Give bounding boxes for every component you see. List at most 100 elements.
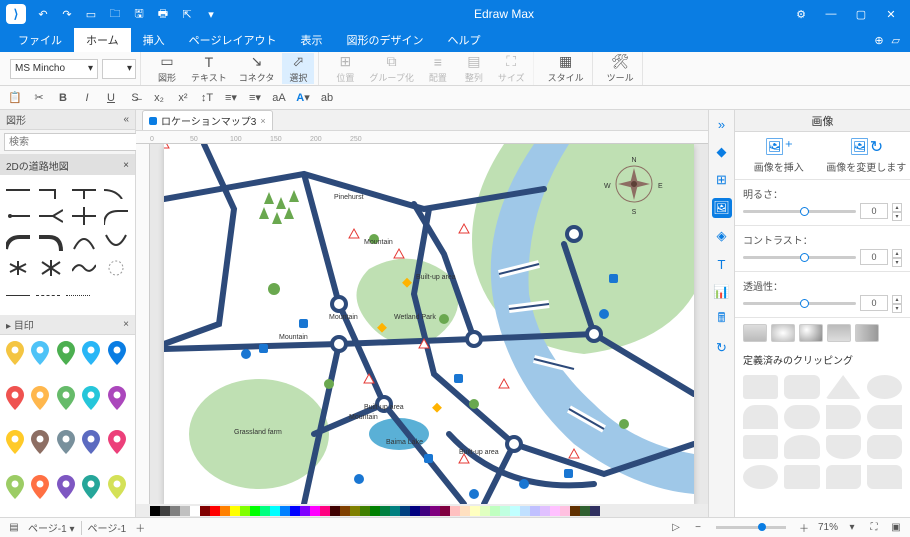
palette-swatch[interactable]	[360, 506, 370, 516]
maximize-button[interactable]: ▢	[848, 4, 874, 24]
map-pin[interactable]	[82, 430, 100, 454]
category-header[interactable]: 2Dの道路地図 ×	[0, 155, 135, 175]
map-pin[interactable]	[31, 475, 49, 499]
palette-swatch[interactable]	[410, 506, 420, 516]
palette-swatch[interactable]	[170, 506, 180, 516]
theme-panel-icon[interactable]: ◆	[712, 142, 732, 162]
theme-icon[interactable]: ⊕	[874, 34, 883, 47]
clip-shape10[interactable]	[784, 465, 819, 489]
palette-swatch[interactable]	[150, 506, 160, 516]
transparency-down[interactable]: ▾	[892, 304, 902, 313]
palette-swatch[interactable]	[350, 506, 360, 516]
expand-panel-icon[interactable]: »	[712, 114, 732, 134]
fx-3[interactable]	[799, 324, 823, 342]
clip-shape11[interactable]	[826, 465, 861, 489]
palette-swatch[interactable]	[550, 506, 560, 516]
minimize-button[interactable]: —	[818, 4, 844, 24]
tab-pagelayout[interactable]: ページレイアウト	[177, 28, 289, 52]
new-button[interactable]: ▭	[82, 5, 100, 23]
zoom-in-button[interactable]: ＋	[796, 520, 812, 536]
undo-button[interactable]: ↶	[34, 5, 52, 23]
clip-shape6[interactable]	[784, 435, 819, 459]
brightness-down[interactable]: ▾	[892, 212, 902, 221]
map-pin[interactable]	[108, 475, 126, 499]
tab-insert[interactable]: 挿入	[131, 28, 177, 52]
road-curve[interactable]	[104, 181, 128, 199]
tab-view[interactable]: 表示	[288, 28, 334, 52]
page-list-icon[interactable]: ▤	[6, 520, 22, 536]
open-button[interactable]: 🗀	[106, 5, 124, 23]
road-l[interactable]	[39, 181, 63, 199]
collapse-left-icon[interactable]: «	[123, 114, 129, 125]
bold-button[interactable]: B	[54, 89, 72, 107]
palette-swatch[interactable]	[480, 506, 490, 516]
map-pin[interactable]	[57, 430, 75, 454]
map-pin[interactable]	[57, 475, 75, 499]
map-pin[interactable]	[6, 341, 24, 365]
shape-tool[interactable]: ▭図形	[151, 53, 183, 84]
road-t[interactable]	[72, 181, 96, 199]
contrast-slider[interactable]	[743, 256, 856, 259]
map-pin[interactable]	[82, 341, 100, 365]
pins-expand-icon[interactable]: ▸ 目印	[6, 317, 34, 332]
underline-button[interactable]: U	[102, 89, 120, 107]
palette-swatch[interactable]	[340, 506, 350, 516]
palette-swatch[interactable]	[390, 506, 400, 516]
map-pin[interactable]	[31, 341, 49, 365]
subscript-button[interactable]: x₂	[150, 89, 168, 107]
layers-panel-icon[interactable]: ◈	[712, 226, 732, 246]
road-end[interactable]	[6, 207, 30, 225]
settings-icon[interactable]: ⚙	[788, 4, 814, 24]
contrast-value[interactable]: 0	[860, 249, 888, 265]
map-pin[interactable]	[31, 386, 49, 410]
select-tool[interactable]: ⬀選択	[282, 53, 314, 84]
history-panel-icon[interactable]: ↻	[712, 338, 732, 358]
palette-swatch[interactable]	[580, 506, 590, 516]
font-color-button[interactable]: A▾	[294, 89, 312, 107]
align-left-button[interactable]: ≡▾	[246, 89, 264, 107]
fx-1[interactable]	[743, 324, 767, 342]
palette-swatch[interactable]	[230, 506, 240, 516]
line-solid[interactable]	[6, 295, 30, 309]
map-pin[interactable]	[82, 475, 100, 499]
fx-4[interactable]	[827, 324, 851, 342]
palette-swatch[interactable]	[160, 506, 170, 516]
road-star[interactable]	[6, 259, 30, 277]
palette-swatch[interactable]	[220, 506, 230, 516]
clip-shape7[interactable]	[826, 435, 861, 459]
transparency-slider[interactable]	[743, 302, 856, 305]
palette-swatch[interactable]	[530, 506, 540, 516]
palette-swatch[interactable]	[240, 506, 250, 516]
palette-swatch[interactable]	[510, 506, 520, 516]
strike-button[interactable]: S̶	[126, 89, 144, 107]
brightness-slider[interactable]	[743, 210, 856, 213]
palette-swatch[interactable]	[270, 506, 280, 516]
palette-swatch[interactable]	[450, 506, 460, 516]
palette-swatch[interactable]	[430, 506, 440, 516]
collapse-ribbon-icon[interactable]: ▱	[892, 34, 900, 47]
road-thick-l[interactable]	[6, 233, 30, 251]
road-straight[interactable]	[6, 181, 30, 199]
close-category-icon[interactable]: ×	[123, 160, 129, 171]
brightness-value[interactable]: 0	[860, 203, 888, 219]
contrast-up[interactable]: ▴	[892, 249, 902, 258]
map-pin[interactable]	[108, 430, 126, 454]
map-pin[interactable]	[57, 341, 75, 365]
change-image-button[interactable]: 🖼↻画像を変更します	[823, 132, 910, 179]
tab-file[interactable]: ファイル	[6, 28, 74, 52]
cut-button[interactable]: ✂	[30, 89, 48, 107]
image-panel-icon[interactable]: 🖼	[712, 198, 732, 218]
palette-swatch[interactable]	[460, 506, 470, 516]
style-tool[interactable]: ▦スタイル	[544, 53, 588, 84]
chart-panel-icon[interactable]: 📊	[712, 282, 732, 302]
road-xcross[interactable]	[39, 259, 63, 277]
palette-swatch[interactable]	[190, 506, 200, 516]
road-arc2[interactable]	[104, 233, 128, 251]
tab-help[interactable]: ヘルプ	[435, 28, 492, 52]
text-panel-icon[interactable]: T	[712, 254, 732, 274]
arrange-tool[interactable]: ≡配置	[422, 54, 454, 84]
italic-button[interactable]: I	[78, 89, 96, 107]
shape-search-input[interactable]	[4, 133, 146, 151]
clip-shape9[interactable]	[743, 465, 778, 489]
fx-2[interactable]	[771, 324, 795, 342]
